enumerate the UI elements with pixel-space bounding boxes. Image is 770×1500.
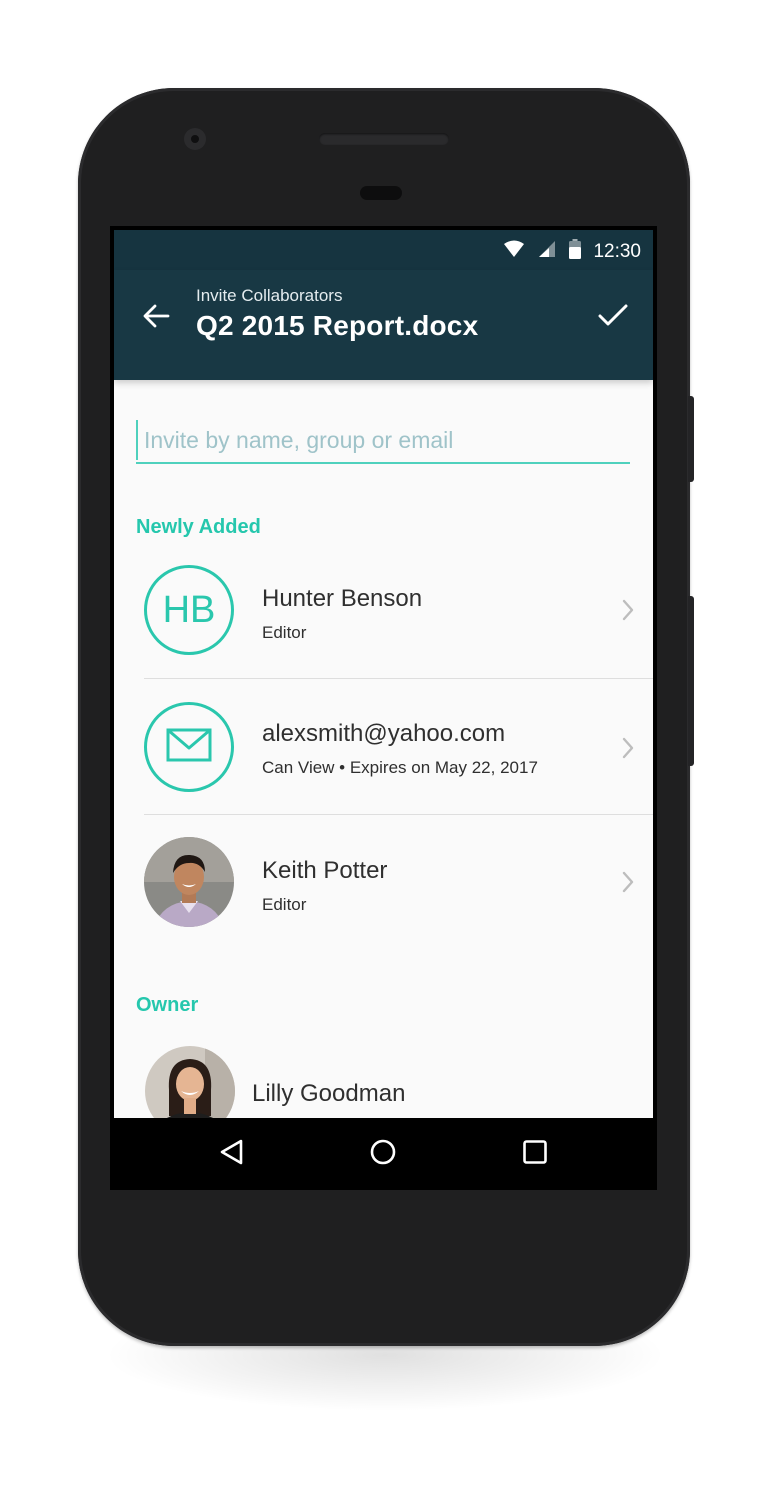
status-icons: 12:30 [503,239,641,264]
owner-name: Lilly Goodman [252,1080,406,1107]
content-area: Newly Added HB Hunter Benson Editor alex… [114,380,653,1118]
back-triangle-icon [219,1138,245,1171]
owner-row-lilly-goodman[interactable]: Lilly Goodman [114,1020,653,1118]
app-bar: Invite Collaborators Q2 2015 Report.docx [114,270,653,380]
appbar-subtitle: Invite Collaborators [196,286,343,305]
section-label-owner: Owner [136,994,199,1016]
chevron-right-icon [618,870,638,894]
document-title: Q2 2015 Report.docx [196,310,479,341]
chevron-right-icon [618,598,638,622]
check-icon [598,303,628,332]
mail-icon [166,728,212,767]
power-button [688,396,694,482]
status-bar: 12:30 [114,230,653,270]
collaborator-email: alexsmith@yahoo.com [262,720,506,747]
chevron-right-icon [618,736,638,760]
collaborator-permission: Can View • Expires on May 22, 2017 [262,758,538,777]
collaborator-role: Editor [262,623,307,642]
row-divider [144,678,653,679]
front-camera [184,128,206,150]
avatar-photo [145,1046,235,1118]
android-nav-bar [110,1118,657,1190]
collaborator-row-hunter-benson[interactable]: HB Hunter Benson Editor [114,543,653,678]
avatar-email [144,702,234,792]
cell-signal-icon [537,240,557,263]
avatar-photo [144,837,234,927]
back-button[interactable] [138,300,174,336]
nav-home-button[interactable] [367,1138,399,1170]
volume-button [688,596,694,766]
home-circle-icon [369,1138,397,1171]
arrow-left-icon [142,303,170,334]
section-label-newly-added: Newly Added [136,516,261,538]
confirm-button[interactable] [594,298,632,336]
nav-back-button[interactable] [216,1138,248,1170]
collaborator-role: Editor [262,895,307,914]
status-time: 12:30 [593,240,641,262]
collaborator-name: Hunter Benson [262,585,423,612]
avatar-initials: HB [144,565,234,655]
earpiece-speaker [319,133,449,145]
wifi-icon [503,240,525,263]
invite-input[interactable] [136,420,636,460]
battery-icon [569,239,582,264]
recents-square-icon [522,1139,548,1170]
proximity-sensor [360,186,402,200]
collaborator-row-email[interactable]: alexsmith@yahoo.com Can View • Expires o… [114,680,653,815]
nav-recents-button[interactable] [519,1138,551,1170]
collaborator-name: Keith Potter [262,857,388,884]
screen: 12:30 Invite Collaborators Q2 2015 Repor… [110,226,657,1190]
invite-field-container [136,420,636,464]
collaborator-row-keith-potter[interactable]: Keith Potter Editor [114,815,653,950]
